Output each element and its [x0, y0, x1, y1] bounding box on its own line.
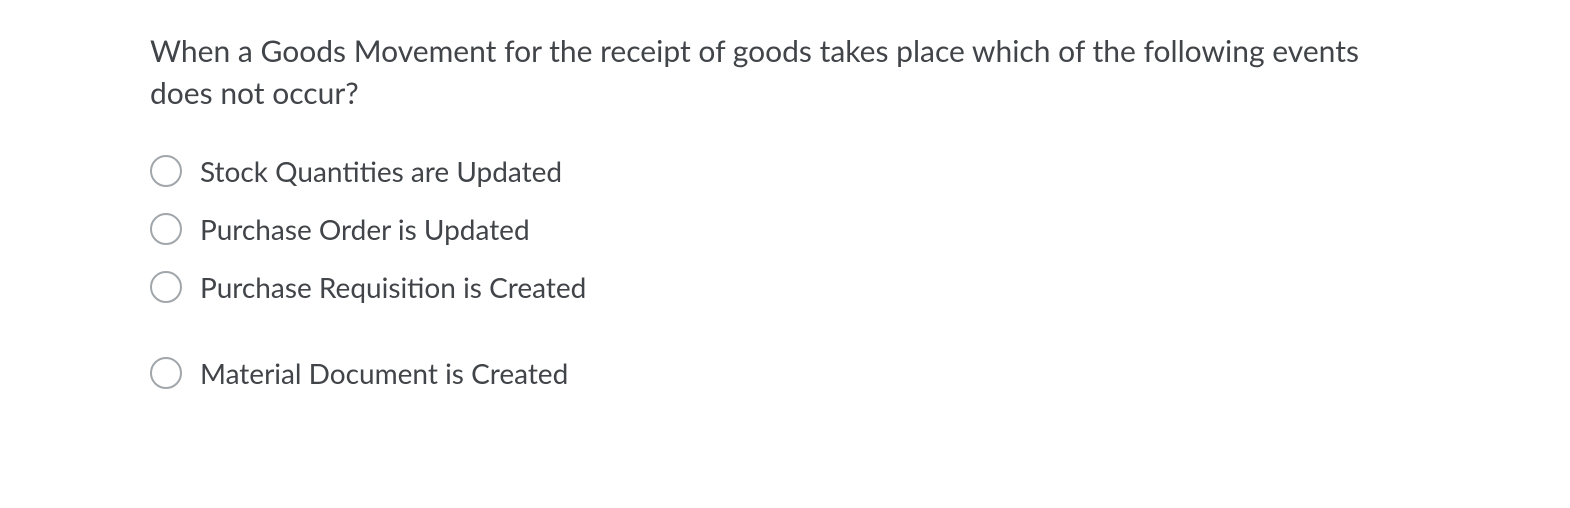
option-row-3[interactable]: Material Document is Created: [150, 356, 1420, 390]
radio-icon[interactable]: [150, 213, 182, 245]
radio-icon[interactable]: [150, 155, 182, 187]
question-text: When a Goods Movement for the receipt of…: [150, 30, 1420, 114]
option-label: Material Document is Created: [200, 356, 568, 390]
options-container: Stock Quantities are Updated Purchase Or…: [150, 154, 1420, 390]
option-row-0[interactable]: Stock Quantities are Updated: [150, 154, 1420, 188]
option-label: Purchase Requisition is Created: [200, 270, 586, 304]
option-row-1[interactable]: Purchase Order is Updated: [150, 212, 1420, 246]
radio-icon[interactable]: [150, 271, 182, 303]
question-block: When a Goods Movement for the receipt of…: [150, 30, 1420, 390]
option-label: Stock Quantities are Updated: [200, 154, 562, 188]
option-row-2[interactable]: Purchase Requisition is Created: [150, 270, 1420, 304]
radio-icon[interactable]: [150, 357, 182, 389]
option-label: Purchase Order is Updated: [200, 212, 530, 246]
